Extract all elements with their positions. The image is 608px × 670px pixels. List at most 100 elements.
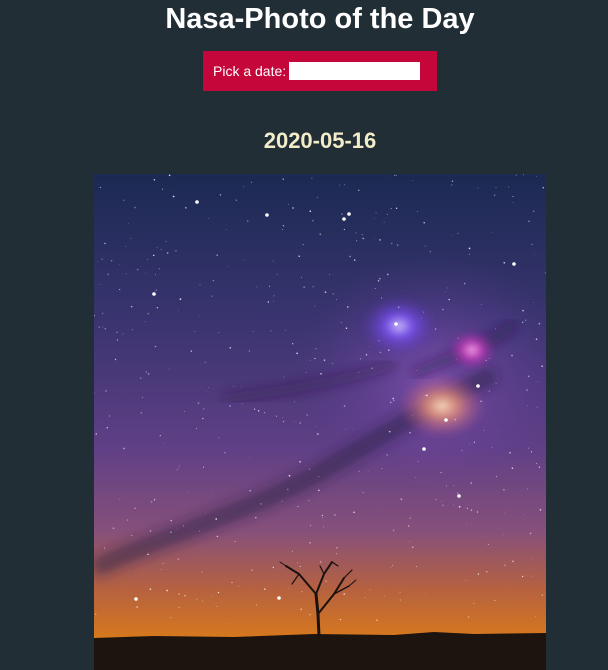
star	[535, 338, 538, 340]
star	[394, 174, 396, 176]
star	[204, 361, 206, 363]
star	[486, 571, 488, 573]
star	[495, 328, 496, 330]
star	[316, 196, 318, 198]
date-input[interactable]	[289, 62, 421, 80]
star	[381, 468, 383, 470]
star	[535, 616, 537, 618]
star	[358, 470, 360, 472]
star	[515, 174, 517, 176]
star	[275, 415, 278, 417]
star	[521, 575, 524, 578]
star	[169, 190, 171, 192]
star	[249, 457, 251, 459]
star	[296, 352, 298, 355]
star	[412, 180, 413, 181]
star	[140, 412, 143, 414]
star	[353, 511, 355, 514]
star	[379, 351, 382, 354]
star	[203, 466, 205, 468]
star	[319, 561, 322, 563]
star	[435, 499, 437, 501]
bright-star	[342, 217, 346, 221]
star	[205, 390, 207, 392]
star	[123, 199, 125, 201]
star	[253, 408, 256, 410]
star	[388, 430, 391, 433]
star	[397, 306, 400, 308]
star	[473, 441, 475, 443]
star	[528, 447, 530, 449]
star	[176, 469, 178, 471]
star	[395, 207, 398, 209]
star	[477, 187, 479, 189]
star	[177, 558, 179, 560]
star	[457, 492, 459, 494]
star	[131, 534, 133, 537]
star	[367, 470, 369, 472]
star	[392, 529, 395, 532]
bright-star	[457, 494, 461, 498]
star	[134, 206, 136, 209]
star	[112, 527, 115, 530]
star	[265, 214, 267, 216]
star	[110, 259, 113, 262]
star	[161, 188, 164, 190]
star	[136, 606, 139, 608]
star	[415, 370, 417, 371]
star	[170, 616, 172, 619]
star	[377, 279, 380, 282]
star	[309, 542, 311, 544]
star	[531, 575, 533, 577]
star	[216, 605, 218, 607]
star	[241, 403, 243, 405]
star	[99, 186, 101, 188]
star	[356, 240, 358, 242]
star	[414, 476, 416, 478]
star	[531, 243, 533, 246]
star	[339, 618, 342, 621]
star	[147, 313, 149, 315]
star	[293, 401, 295, 403]
star	[369, 588, 371, 590]
bright-star	[277, 596, 281, 600]
star	[150, 500, 153, 503]
star	[525, 319, 527, 321]
star	[199, 315, 200, 317]
star	[454, 418, 457, 421]
star	[465, 579, 466, 581]
star	[166, 589, 168, 592]
star	[542, 186, 545, 189]
star	[183, 525, 185, 527]
star	[300, 608, 303, 611]
star	[186, 492, 188, 494]
bright-star	[195, 200, 199, 204]
star	[201, 571, 203, 573]
star	[132, 329, 134, 331]
star	[504, 564, 506, 566]
star	[315, 348, 317, 350]
bright-star	[512, 262, 516, 266]
star	[522, 174, 524, 176]
star	[341, 213, 343, 215]
star	[177, 467, 179, 469]
star	[144, 321, 146, 323]
star	[240, 385, 242, 387]
star	[335, 546, 338, 549]
star	[477, 573, 480, 575]
page-title: Nasa-Photo of the Day	[165, 3, 475, 35]
star	[541, 594, 543, 596]
star	[399, 599, 401, 601]
star	[379, 277, 381, 280]
star	[145, 272, 147, 274]
star	[496, 475, 498, 477]
star	[535, 462, 538, 464]
star	[216, 254, 219, 257]
star	[179, 465, 181, 467]
star	[211, 295, 213, 297]
star	[421, 317, 422, 319]
bright-star	[347, 212, 351, 216]
star	[379, 239, 381, 241]
star	[185, 207, 187, 209]
star	[321, 514, 323, 517]
